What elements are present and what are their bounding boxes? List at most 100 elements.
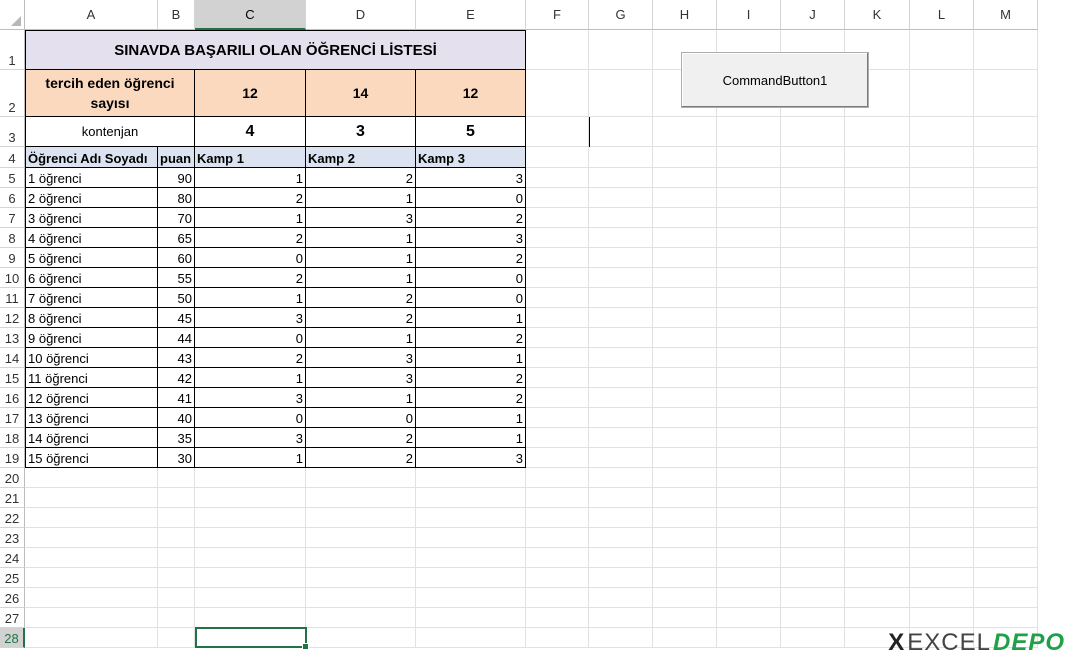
row-header-3[interactable]: 3 <box>0 117 25 147</box>
grid-cell[interactable] <box>526 308 589 328</box>
row-header-24[interactable]: 24 <box>0 548 25 568</box>
grid-cell[interactable] <box>306 468 416 488</box>
grid-cell[interactable] <box>781 408 845 428</box>
grid-cell[interactable] <box>589 288 653 308</box>
grid-cell[interactable] <box>158 508 195 528</box>
kontenjan-value-kamp-2[interactable]: 3 <box>306 117 416 147</box>
grid-cell[interactable] <box>910 117 974 147</box>
grid-cell[interactable] <box>845 228 910 248</box>
grid-cell[interactable] <box>974 70 1038 117</box>
student-kamp-2[interactable]: 1 <box>306 248 416 268</box>
student-score[interactable]: 35 <box>158 428 195 448</box>
row-header-18[interactable]: 18 <box>0 428 25 448</box>
grid-cell[interactable] <box>845 548 910 568</box>
row-header-2[interactable]: 2 <box>0 70 25 117</box>
student-name[interactable]: 15 öğrenci <box>25 448 158 468</box>
grid-cell[interactable] <box>653 628 717 648</box>
grid-cell[interactable] <box>717 147 781 168</box>
student-kamp-2[interactable]: 3 <box>306 208 416 228</box>
grid-cell[interactable] <box>526 548 589 568</box>
row-header-4[interactable]: 4 <box>0 147 25 168</box>
grid-cell[interactable] <box>910 468 974 488</box>
grid-cell[interactable] <box>781 208 845 228</box>
grid-cell[interactable] <box>158 548 195 568</box>
grid-cell[interactable] <box>526 208 589 228</box>
student-kamp-2[interactable]: 2 <box>306 288 416 308</box>
grid-cell[interactable] <box>781 228 845 248</box>
grid-cell[interactable] <box>526 368 589 388</box>
grid-cell[interactable] <box>653 548 717 568</box>
grid-cell[interactable] <box>526 168 589 188</box>
grid-cell[interactable] <box>717 608 781 628</box>
grid-cell[interactable] <box>781 188 845 208</box>
grid-cell[interactable] <box>526 588 589 608</box>
grid-cell[interactable] <box>845 428 910 448</box>
grid-cell[interactable] <box>416 628 526 648</box>
student-kamp-2[interactable]: 2 <box>306 448 416 468</box>
grid-cell[interactable] <box>910 388 974 408</box>
grid-cell[interactable] <box>910 488 974 508</box>
grid-cell[interactable] <box>781 428 845 448</box>
grid-cell[interactable] <box>526 248 589 268</box>
column-header-l[interactable]: L <box>910 0 974 30</box>
grid-cell[interactable] <box>910 608 974 628</box>
student-kamp-3[interactable]: 0 <box>416 268 526 288</box>
grid-cell[interactable] <box>845 408 910 428</box>
grid-cell[interactable] <box>910 147 974 168</box>
student-score[interactable]: 55 <box>158 268 195 288</box>
grid-cell[interactable] <box>845 608 910 628</box>
student-kamp-3[interactable]: 0 <box>416 288 526 308</box>
grid-cell[interactable] <box>974 117 1038 147</box>
grid-cell[interactable] <box>910 568 974 588</box>
grid-cell[interactable] <box>25 628 158 648</box>
student-kamp-1[interactable]: 3 <box>195 308 306 328</box>
grid-cell[interactable] <box>781 168 845 188</box>
row-header-20[interactable]: 20 <box>0 468 25 488</box>
student-kamp-1[interactable]: 3 <box>195 388 306 408</box>
grid-cell[interactable] <box>526 608 589 628</box>
grid-cell[interactable] <box>526 228 589 248</box>
grid-cell[interactable] <box>195 568 306 588</box>
grid-cell[interactable] <box>974 188 1038 208</box>
grid-cell[interactable] <box>195 468 306 488</box>
grid-cell[interactable] <box>25 608 158 628</box>
row-header-22[interactable]: 22 <box>0 508 25 528</box>
student-kamp-1[interactable]: 0 <box>195 248 306 268</box>
grid-cell[interactable] <box>653 328 717 348</box>
grid-cell[interactable] <box>589 628 653 648</box>
grid-cell[interactable] <box>653 428 717 448</box>
row-header-12[interactable]: 12 <box>0 308 25 328</box>
grid-cell[interactable] <box>781 528 845 548</box>
grid-cell[interactable] <box>781 468 845 488</box>
grid-cell[interactable] <box>781 117 845 147</box>
grid-cell[interactable] <box>717 208 781 228</box>
column-header-a[interactable]: A <box>25 0 158 30</box>
grid-cell[interactable] <box>589 308 653 328</box>
student-score[interactable]: 42 <box>158 368 195 388</box>
student-kamp-1[interactable]: 1 <box>195 208 306 228</box>
select-all-corner[interactable] <box>0 0 25 30</box>
grid-cell[interactable] <box>306 508 416 528</box>
student-score[interactable]: 45 <box>158 308 195 328</box>
grid-cell[interactable] <box>526 70 589 117</box>
student-kamp-1[interactable]: 2 <box>195 268 306 288</box>
student-name[interactable]: 5 öğrenci <box>25 248 158 268</box>
grid-cell[interactable] <box>974 368 1038 388</box>
grid-cell[interactable] <box>974 308 1038 328</box>
grid-cell[interactable] <box>974 147 1038 168</box>
column-header-i[interactable]: I <box>717 0 781 30</box>
grid-cell[interactable] <box>845 288 910 308</box>
grid-cell[interactable] <box>974 468 1038 488</box>
tercih-label[interactable]: tercih eden öğrenci sayısı <box>25 70 195 117</box>
grid-cell[interactable] <box>526 388 589 408</box>
grid-cell[interactable] <box>589 368 653 388</box>
grid-cell[interactable] <box>781 368 845 388</box>
grid-cell[interactable] <box>589 468 653 488</box>
grid-cell[interactable] <box>781 308 845 328</box>
grid-cell[interactable] <box>845 208 910 228</box>
student-name[interactable]: 11 öğrenci <box>25 368 158 388</box>
row-header-28[interactable]: 28 <box>0 628 25 648</box>
grid-cell[interactable] <box>974 228 1038 248</box>
grid-cell[interactable] <box>910 408 974 428</box>
grid-cell[interactable] <box>845 528 910 548</box>
